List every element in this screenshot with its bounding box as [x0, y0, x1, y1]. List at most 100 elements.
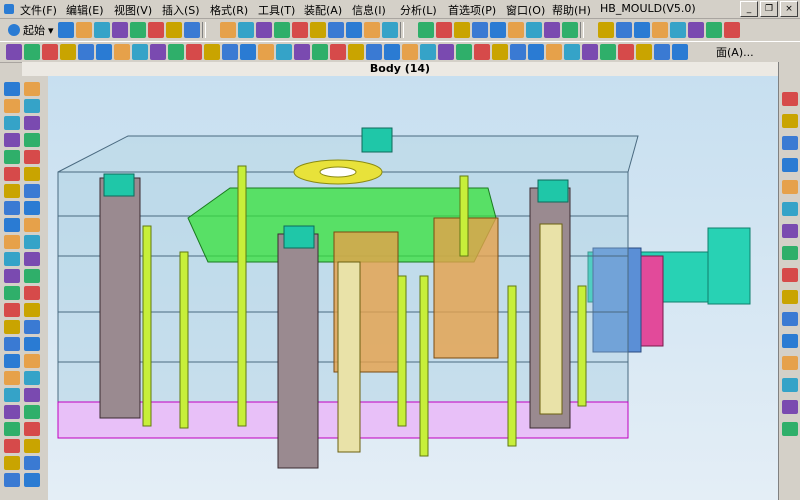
- feature-icon[interactable]: [528, 44, 544, 60]
- feature-icon[interactable]: [204, 44, 220, 60]
- toolbar-icon[interactable]: [670, 22, 686, 38]
- palette-icon[interactable]: [24, 184, 40, 198]
- palette-icon[interactable]: [24, 422, 40, 436]
- menu-edit[interactable]: 编辑(E): [66, 2, 104, 18]
- feature-icon[interactable]: [222, 44, 238, 60]
- palette-icon[interactable]: [4, 201, 20, 215]
- palette-icon[interactable]: [24, 235, 40, 249]
- feature-icon[interactable]: [132, 44, 148, 60]
- toolbar-icon[interactable]: [256, 22, 272, 38]
- palette-icon[interactable]: [4, 99, 20, 113]
- close-icon[interactable]: ×: [780, 1, 798, 17]
- feature-icon[interactable]: [78, 44, 94, 60]
- palette-icon[interactable]: [24, 269, 40, 283]
- view-icon[interactable]: [782, 224, 798, 238]
- menu-assembly[interactable]: 装配(A): [304, 2, 342, 18]
- palette-icon[interactable]: [24, 473, 40, 487]
- toolbar-icon[interactable]: [364, 22, 380, 38]
- feature-icon[interactable]: [42, 44, 58, 60]
- palette-icon[interactable]: [24, 388, 40, 402]
- toolbar-icon[interactable]: [166, 22, 182, 38]
- feature-icon[interactable]: [24, 44, 40, 60]
- menu-insert[interactable]: 插入(S): [162, 2, 200, 18]
- palette-icon[interactable]: [24, 405, 40, 419]
- feature-icon[interactable]: [312, 44, 328, 60]
- palette-icon[interactable]: [24, 320, 40, 334]
- feature-icon[interactable]: [330, 44, 346, 60]
- feature-icon[interactable]: [294, 44, 310, 60]
- toolbar-icon[interactable]: [544, 22, 560, 38]
- palette-icon[interactable]: [4, 252, 20, 266]
- view-icon[interactable]: [782, 312, 798, 326]
- toolbar-icon[interactable]: [634, 22, 650, 38]
- palette-icon[interactable]: [24, 252, 40, 266]
- menu-preferences[interactable]: 首选项(P): [448, 2, 496, 18]
- toolbar-icon[interactable]: [418, 22, 434, 38]
- palette-icon[interactable]: [4, 218, 20, 232]
- feature-icon[interactable]: [186, 44, 202, 60]
- toolbar-icon[interactable]: [472, 22, 488, 38]
- toolbar-icon[interactable]: [94, 22, 110, 38]
- palette-icon[interactable]: [4, 422, 20, 436]
- view-icon[interactable]: [782, 180, 798, 194]
- menu-icon[interactable]: [4, 2, 14, 15]
- palette-icon[interactable]: [4, 235, 20, 249]
- feature-icon[interactable]: [510, 44, 526, 60]
- toolbar-icon[interactable]: [688, 22, 704, 38]
- toolbar-icon[interactable]: [508, 22, 524, 38]
- toolbar-icon[interactable]: [490, 22, 506, 38]
- minimize-icon[interactable]: _: [740, 1, 758, 17]
- view-icon[interactable]: [782, 268, 798, 282]
- feature-icon[interactable]: [240, 44, 256, 60]
- palette-icon[interactable]: [4, 405, 20, 419]
- toolbar-icon[interactable]: [436, 22, 452, 38]
- menu-file[interactable]: 文件(F): [20, 2, 57, 18]
- palette-icon[interactable]: [24, 371, 40, 385]
- feature-icon[interactable]: [348, 44, 364, 60]
- palette-icon[interactable]: [4, 456, 20, 470]
- start-button[interactable]: 起始 ▾: [4, 22, 58, 38]
- palette-icon[interactable]: [24, 218, 40, 232]
- palette-icon[interactable]: [24, 354, 40, 368]
- feature-icon[interactable]: [420, 44, 436, 60]
- feature-icon[interactable]: [402, 44, 418, 60]
- toolbar-icon[interactable]: [292, 22, 308, 38]
- menu-view[interactable]: 视图(V): [114, 2, 152, 18]
- view-icon[interactable]: [782, 136, 798, 150]
- toolbar-icon[interactable]: [724, 22, 740, 38]
- palette-icon[interactable]: [24, 439, 40, 453]
- palette-icon[interactable]: [24, 150, 40, 164]
- palette-icon[interactable]: [4, 354, 20, 368]
- view-icon[interactable]: [782, 158, 798, 172]
- palette-icon[interactable]: [4, 269, 20, 283]
- palette-icon[interactable]: [4, 439, 20, 453]
- view-icon[interactable]: [782, 202, 798, 216]
- menu-info[interactable]: 信息(I): [352, 2, 386, 18]
- palette-icon[interactable]: [4, 150, 20, 164]
- menu-help[interactable]: 帮助(H): [552, 2, 591, 18]
- feature-icon[interactable]: [168, 44, 184, 60]
- feature-icon[interactable]: [636, 44, 652, 60]
- palette-icon[interactable]: [24, 456, 40, 470]
- toolbar-icon[interactable]: [706, 22, 722, 38]
- toolbar-icon[interactable]: [346, 22, 362, 38]
- toolbar-icon[interactable]: [454, 22, 470, 38]
- toolbar-icon[interactable]: [148, 22, 164, 38]
- toolbar-icon[interactable]: [598, 22, 614, 38]
- view-icon[interactable]: [782, 356, 798, 370]
- menu-analysis[interactable]: 分析(L): [400, 2, 437, 18]
- menu-hb-mould[interactable]: HB_MOULD(V5.0): [600, 2, 696, 15]
- toolbar-icon[interactable]: [562, 22, 578, 38]
- palette-icon[interactable]: [4, 133, 20, 147]
- feature-icon[interactable]: [366, 44, 382, 60]
- feature-icon[interactable]: [384, 44, 400, 60]
- toolbar-icon[interactable]: [526, 22, 542, 38]
- palette-icon[interactable]: [4, 303, 20, 317]
- palette-icon[interactable]: [4, 286, 20, 300]
- toolbar-icon[interactable]: [310, 22, 326, 38]
- feature-icon[interactable]: [456, 44, 472, 60]
- palette-icon[interactable]: [24, 99, 40, 113]
- feature-icon[interactable]: [546, 44, 562, 60]
- toolbar-icon[interactable]: [112, 22, 128, 38]
- view-icon[interactable]: [782, 290, 798, 304]
